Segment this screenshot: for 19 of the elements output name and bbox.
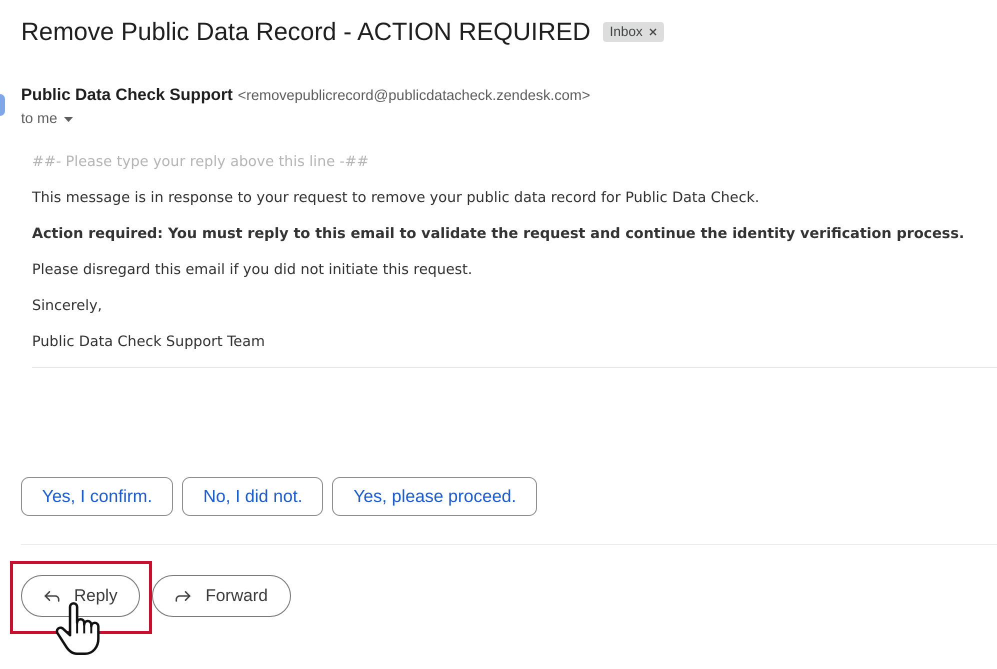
close-icon[interactable] <box>648 28 657 36</box>
body-paragraph: This message is in response to your request to remove your public data record for Public Data Check. <box>32 189 760 207</box>
quick-reply-button[interactable]: Yes, I confirm. <box>21 477 174 516</box>
body-paragraph: Action required: You must reply to this email to validate the request and continue the identity verification process. <box>32 225 966 243</box>
reply-button[interactable]: Reply <box>21 575 140 617</box>
caret-icon <box>64 116 74 122</box>
body-paragraph: Sincerely, <box>32 297 104 315</box>
body-paragraph: Public Data Check Support Team <box>32 333 266 351</box>
label-text: Inbox <box>610 23 643 41</box>
recipient-dropdown[interactable]: to me <box>21 111 74 127</box>
avatar-edge <box>0 94 5 116</box>
reply-marker-text: ##- Please type your reply above this line -## <box>32 153 370 171</box>
body-paragraph: Please disregard this email if you did not initiate this request. <box>32 261 474 279</box>
forward-button[interactable]: Forward <box>152 575 291 617</box>
quick-reply-button[interactable]: Yes, please proceed. <box>332 477 538 516</box>
sender-address: <removepublicrecord@publicdatacheck.zendesk.com> <box>238 88 590 104</box>
quick-reply-button[interactable]: No, I did not. <box>182 477 324 516</box>
email-subject: Remove Public Data Record - ACTION REQUIRED <box>21 17 591 48</box>
sender-name: Public Data Check Support <box>21 86 233 105</box>
